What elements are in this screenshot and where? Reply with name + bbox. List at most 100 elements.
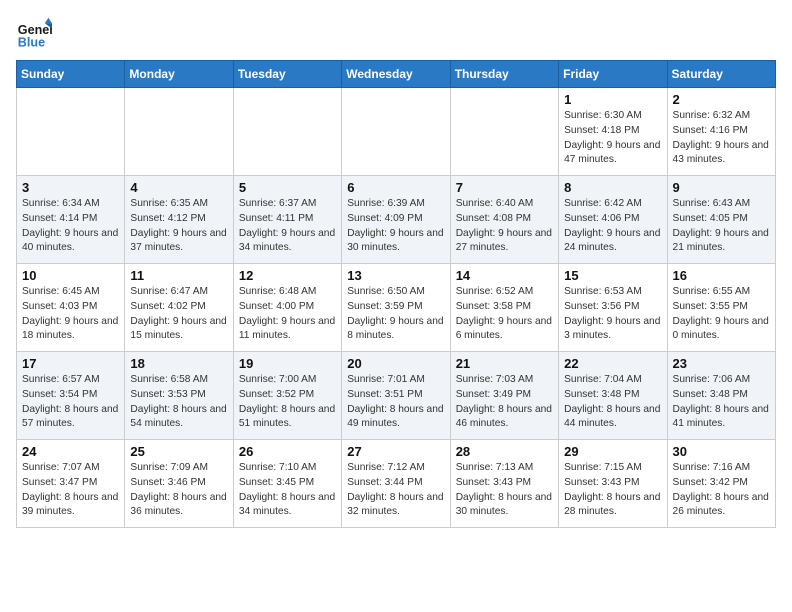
- day-number: 1: [564, 92, 661, 107]
- calendar-cell: 13 Sunrise: 6:50 AM Sunset: 3:59 PM Dayli…: [342, 264, 450, 352]
- cell-info: Sunrise: 7:12 AM Sunset: 3:44 PM Dayligh…: [347, 461, 444, 520]
- day-number: 12: [239, 268, 336, 283]
- calendar-cell: 5 Sunrise: 6:37 AM Sunset: 4:11 PM Daylig…: [233, 176, 341, 264]
- cell-info: Sunrise: 6:52 AM Sunset: 3:58 PM Dayligh…: [456, 285, 553, 344]
- day-number: 10: [22, 268, 119, 283]
- calendar-cell: 12 Sunrise: 6:48 AM Sunset: 4:00 PM Dayli…: [233, 264, 341, 352]
- calendar-header-row: SundayMondayTuesdayWednesdayThursdayFrid…: [17, 61, 776, 88]
- calendar-cell: 7 Sunrise: 6:40 AM Sunset: 4:08 PM Daylig…: [450, 176, 558, 264]
- cell-info: Sunrise: 7:07 AM Sunset: 3:47 PM Dayligh…: [22, 461, 119, 520]
- cell-info: Sunrise: 6:37 AM Sunset: 4:11 PM Dayligh…: [239, 197, 336, 256]
- day-number: 14: [456, 268, 553, 283]
- weekday-header: Sunday: [17, 61, 125, 88]
- calendar-cell: 24 Sunrise: 7:07 AM Sunset: 3:47 PM Dayli…: [17, 440, 125, 528]
- day-number: 15: [564, 268, 661, 283]
- cell-info: Sunrise: 7:01 AM Sunset: 3:51 PM Dayligh…: [347, 373, 444, 432]
- calendar-cell: 10 Sunrise: 6:45 AM Sunset: 4:03 PM Dayli…: [17, 264, 125, 352]
- calendar-cell: 17 Sunrise: 6:57 AM Sunset: 3:54 PM Dayli…: [17, 352, 125, 440]
- weekday-header: Friday: [559, 61, 667, 88]
- logo: General Blue: [16, 16, 58, 52]
- cell-info: Sunrise: 6:45 AM Sunset: 4:03 PM Dayligh…: [22, 285, 119, 344]
- cell-info: Sunrise: 6:48 AM Sunset: 4:00 PM Dayligh…: [239, 285, 336, 344]
- day-number: 17: [22, 356, 119, 371]
- day-number: 19: [239, 356, 336, 371]
- svg-text:Blue: Blue: [18, 36, 45, 50]
- day-number: 29: [564, 444, 661, 459]
- day-number: 26: [239, 444, 336, 459]
- weekday-header: Wednesday: [342, 61, 450, 88]
- day-number: 6: [347, 180, 444, 195]
- day-number: 23: [673, 356, 770, 371]
- day-number: 13: [347, 268, 444, 283]
- cell-info: Sunrise: 6:57 AM Sunset: 3:54 PM Dayligh…: [22, 373, 119, 432]
- weekday-header: Tuesday: [233, 61, 341, 88]
- cell-info: Sunrise: 6:30 AM Sunset: 4:18 PM Dayligh…: [564, 109, 661, 168]
- cell-info: Sunrise: 6:43 AM Sunset: 4:05 PM Dayligh…: [673, 197, 770, 256]
- weekday-header: Monday: [125, 61, 233, 88]
- cell-info: Sunrise: 6:58 AM Sunset: 3:53 PM Dayligh…: [130, 373, 227, 432]
- logo-icon: General Blue: [16, 16, 52, 52]
- calendar-cell: [450, 88, 558, 176]
- day-number: 30: [673, 444, 770, 459]
- cell-info: Sunrise: 6:53 AM Sunset: 3:56 PM Dayligh…: [564, 285, 661, 344]
- weekday-header: Thursday: [450, 61, 558, 88]
- calendar-cell: 4Sunrise: 6:35 AM Sunset: 4:12 PM Daylig…: [125, 176, 233, 264]
- calendar-cell: 18 Sunrise: 6:58 AM Sunset: 3:53 PM Dayli…: [125, 352, 233, 440]
- cell-info: Sunrise: 6:47 AM Sunset: 4:02 PM Dayligh…: [130, 285, 227, 344]
- calendar-cell: 27 Sunrise: 7:12 AM Sunset: 3:44 PM Dayli…: [342, 440, 450, 528]
- calendar-cell: 19 Sunrise: 7:00 AM Sunset: 3:52 PM Dayli…: [233, 352, 341, 440]
- cell-info: Sunrise: 6:50 AM Sunset: 3:59 PM Dayligh…: [347, 285, 444, 344]
- calendar-cell: 22 Sunrise: 7:04 AM Sunset: 3:48 PM Dayli…: [559, 352, 667, 440]
- calendar-cell: 1 Sunrise: 6:30 AM Sunset: 4:18 PM Daylig…: [559, 88, 667, 176]
- cell-info: Sunrise: 7:09 AM Sunset: 3:46 PM Dayligh…: [130, 461, 227, 520]
- calendar-row: 1 Sunrise: 6:30 AM Sunset: 4:18 PM Daylig…: [17, 88, 776, 176]
- calendar-cell: [17, 88, 125, 176]
- cell-info: Sunrise: 6:40 AM Sunset: 4:08 PM Dayligh…: [456, 197, 553, 256]
- day-number: 28: [456, 444, 553, 459]
- day-number: 20: [347, 356, 444, 371]
- day-number: 2: [673, 92, 770, 107]
- calendar-row: 3Sunrise: 6:34 AM Sunset: 4:14 PM Daylig…: [17, 176, 776, 264]
- calendar-cell: 28 Sunrise: 7:13 AM Sunset: 3:43 PM Dayli…: [450, 440, 558, 528]
- day-number: 16: [673, 268, 770, 283]
- calendar-row: 17 Sunrise: 6:57 AM Sunset: 3:54 PM Dayli…: [17, 352, 776, 440]
- day-number: 21: [456, 356, 553, 371]
- cell-info: Sunrise: 6:42 AM Sunset: 4:06 PM Dayligh…: [564, 197, 661, 256]
- cell-info: Sunrise: 6:39 AM Sunset: 4:09 PM Dayligh…: [347, 197, 444, 256]
- calendar-table: SundayMondayTuesdayWednesdayThursdayFrid…: [16, 60, 776, 528]
- cell-info: Sunrise: 7:06 AM Sunset: 3:48 PM Dayligh…: [673, 373, 770, 432]
- calendar-cell: [342, 88, 450, 176]
- cell-info: Sunrise: 7:13 AM Sunset: 3:43 PM Dayligh…: [456, 461, 553, 520]
- calendar-cell: [125, 88, 233, 176]
- calendar-row: 24 Sunrise: 7:07 AM Sunset: 3:47 PM Dayli…: [17, 440, 776, 528]
- cell-info: Sunrise: 6:35 AM Sunset: 4:12 PM Dayligh…: [130, 197, 227, 256]
- calendar-cell: 3Sunrise: 6:34 AM Sunset: 4:14 PM Daylig…: [17, 176, 125, 264]
- day-number: 3: [22, 180, 119, 195]
- calendar-cell: 16 Sunrise: 6:55 AM Sunset: 3:55 PM Dayli…: [667, 264, 775, 352]
- calendar-cell: 14 Sunrise: 6:52 AM Sunset: 3:58 PM Dayli…: [450, 264, 558, 352]
- day-number: 9: [673, 180, 770, 195]
- calendar-cell: [233, 88, 341, 176]
- cell-info: Sunrise: 7:04 AM Sunset: 3:48 PM Dayligh…: [564, 373, 661, 432]
- cell-info: Sunrise: 7:00 AM Sunset: 3:52 PM Dayligh…: [239, 373, 336, 432]
- calendar-cell: 9 Sunrise: 6:43 AM Sunset: 4:05 PM Daylig…: [667, 176, 775, 264]
- day-number: 24: [22, 444, 119, 459]
- calendar-cell: 30Sunrise: 7:16 AM Sunset: 3:42 PM Dayli…: [667, 440, 775, 528]
- calendar-cell: 8 Sunrise: 6:42 AM Sunset: 4:06 PM Daylig…: [559, 176, 667, 264]
- calendar-cell: 15 Sunrise: 6:53 AM Sunset: 3:56 PM Dayli…: [559, 264, 667, 352]
- day-number: 11: [130, 268, 227, 283]
- day-number: 27: [347, 444, 444, 459]
- calendar-cell: 26 Sunrise: 7:10 AM Sunset: 3:45 PM Dayli…: [233, 440, 341, 528]
- calendar-cell: 11 Sunrise: 6:47 AM Sunset: 4:02 PM Dayli…: [125, 264, 233, 352]
- cell-info: Sunrise: 7:10 AM Sunset: 3:45 PM Dayligh…: [239, 461, 336, 520]
- day-number: 8: [564, 180, 661, 195]
- weekday-header: Saturday: [667, 61, 775, 88]
- day-number: 22: [564, 356, 661, 371]
- cell-info: Sunrise: 6:55 AM Sunset: 3:55 PM Dayligh…: [673, 285, 770, 344]
- calendar-cell: 25Sunrise: 7:09 AM Sunset: 3:46 PM Dayli…: [125, 440, 233, 528]
- day-number: 7: [456, 180, 553, 195]
- calendar-cell: 29 Sunrise: 7:15 AM Sunset: 3:43 PM Dayli…: [559, 440, 667, 528]
- day-number: 18: [130, 356, 227, 371]
- day-number: 5: [239, 180, 336, 195]
- cell-info: Sunrise: 7:15 AM Sunset: 3:43 PM Dayligh…: [564, 461, 661, 520]
